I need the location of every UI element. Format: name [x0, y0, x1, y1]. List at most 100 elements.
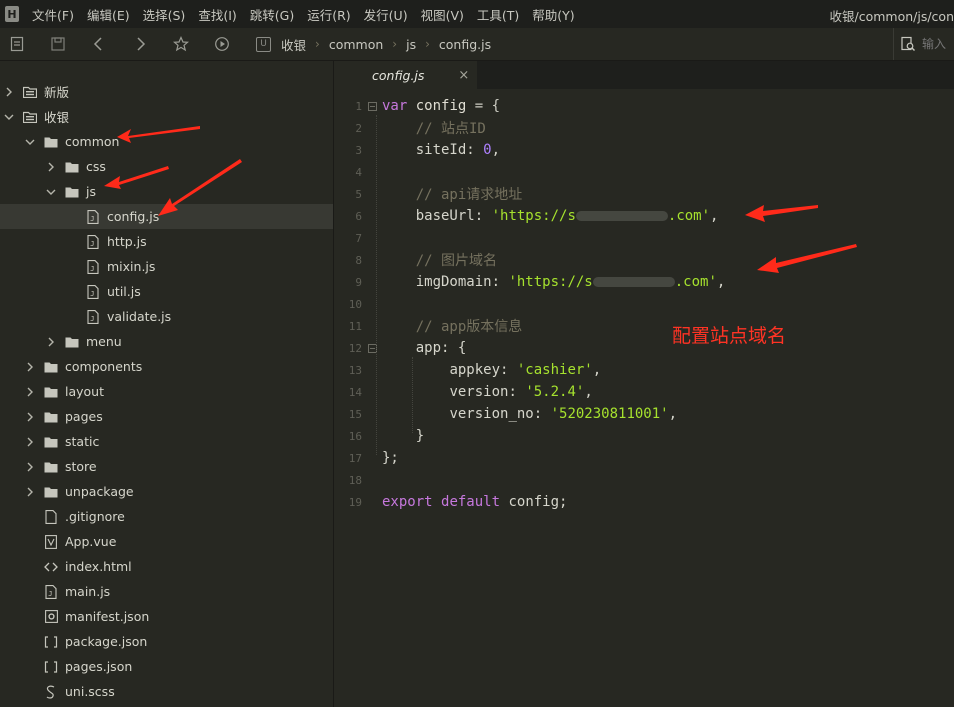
- new-file-icon: [10, 36, 24, 52]
- tree-folder-row[interactable]: components: [0, 354, 333, 379]
- tree-folder-row[interactable]: layout: [0, 379, 333, 404]
- code-key: version: [449, 384, 509, 400]
- tree-file-row[interactable]: Jmixin.js: [0, 254, 333, 279]
- svg-text:J: J: [90, 265, 94, 273]
- tree-file-row[interactable]: App.vue: [0, 529, 333, 554]
- tree-folder-row[interactable]: common: [0, 129, 333, 154]
- menu-goto[interactable]: 跳转(G): [250, 5, 294, 24]
- chevron-right-icon[interactable]: [46, 162, 56, 172]
- tree-item-label: store: [65, 459, 97, 474]
- vue-file-icon: [43, 534, 59, 549]
- menu-help[interactable]: 帮助(Y): [532, 5, 574, 24]
- menu-find[interactable]: 查找(I): [198, 5, 236, 24]
- run-button[interactable]: [212, 34, 232, 54]
- tree-file-row[interactable]: Jhttp.js: [0, 229, 333, 254]
- code-keyword: export: [382, 494, 433, 510]
- hbuilder-logo-icon: H: [5, 6, 19, 22]
- chevron-right-icon[interactable]: [25, 412, 35, 422]
- menu-select[interactable]: 选择(S): [143, 5, 186, 24]
- chevron-down-icon[interactable]: [25, 138, 35, 146]
- code-string: '520230811001': [550, 406, 669, 422]
- tree-folder-row[interactable]: menu: [0, 329, 333, 354]
- menu-view[interactable]: 视图(V): [421, 5, 464, 24]
- tab-bar: config.js ×: [334, 61, 954, 89]
- tab-config-js[interactable]: config.js ×: [334, 61, 477, 89]
- chevron-right-icon[interactable]: [46, 337, 56, 347]
- tree-file-row[interactable]: Jvalidate.js: [0, 304, 333, 329]
- play-circle-icon: [215, 37, 229, 51]
- line-number: 4: [355, 165, 362, 179]
- tree-folder-row[interactable]: static: [0, 429, 333, 454]
- tree-file-row[interactable]: pages.json: [0, 654, 333, 679]
- tree-file-row[interactable]: index.html: [0, 554, 333, 579]
- menu-tools[interactable]: 工具(T): [477, 5, 519, 24]
- save-button[interactable]: [48, 34, 68, 54]
- search-input[interactable]: [922, 37, 952, 51]
- tree-file-row[interactable]: manifest.json: [0, 604, 333, 629]
- tree-item-label: config.js: [107, 209, 160, 224]
- chevron-right-icon[interactable]: [25, 387, 35, 397]
- chevron-down-icon[interactable]: [46, 188, 56, 196]
- tree-item-label: menu: [86, 334, 122, 349]
- chevron-right-icon[interactable]: [4, 87, 14, 97]
- code-line: 8 // 图片域名: [334, 249, 954, 271]
- menu-file[interactable]: 文件(F): [32, 5, 74, 24]
- chevron-right-icon[interactable]: [25, 437, 35, 447]
- breadcrumb-item-file[interactable]: config.js: [439, 37, 491, 52]
- code-string: '5.2.4': [525, 384, 585, 400]
- menu-run[interactable]: 运行(R): [307, 5, 350, 24]
- line-number: 13: [348, 363, 362, 377]
- chevron-right-icon[interactable]: [25, 487, 35, 497]
- line-number: 11: [348, 319, 362, 333]
- code-number: 0: [483, 142, 492, 158]
- folder-icon: [43, 460, 59, 474]
- tree-file-row[interactable]: package.json: [0, 629, 333, 654]
- new-file-button[interactable]: [7, 34, 27, 54]
- tree-folder-row[interactable]: css: [0, 154, 333, 179]
- save-icon: [51, 37, 65, 51]
- tree-folder-row[interactable]: 收银: [0, 104, 333, 129]
- settings-file-icon: [43, 610, 59, 624]
- close-icon[interactable]: ×: [458, 68, 469, 83]
- js-file-icon: J: [43, 584, 59, 599]
- code-string: .com': [667, 208, 711, 224]
- code-line: 16 }: [334, 425, 954, 447]
- menu-edit[interactable]: 编辑(E): [87, 5, 130, 24]
- tree-folder-row[interactable]: 新版: [0, 79, 333, 104]
- fold-toggle-icon[interactable]: [362, 343, 382, 353]
- line-number: 5: [355, 187, 362, 201]
- tree-folder-row[interactable]: pages: [0, 404, 333, 429]
- code-line: 3 siteId: 0,: [334, 139, 954, 161]
- back-button[interactable]: [89, 34, 109, 54]
- menu-publish[interactable]: 发行(U): [364, 5, 408, 24]
- svg-text:J: J: [48, 590, 52, 598]
- breadcrumb-item-common[interactable]: common: [329, 37, 383, 52]
- forward-button[interactable]: [130, 34, 150, 54]
- window-title: 收银/common/js/con: [829, 9, 954, 24]
- chevron-right-icon[interactable]: [25, 362, 35, 372]
- tree-item-label: static: [65, 434, 100, 449]
- tree-file-row[interactable]: .gitignore: [0, 504, 333, 529]
- code-editor[interactable]: config.js × 1 var config = { 2 // 站点ID 3…: [334, 61, 954, 707]
- code-line: 10: [334, 293, 954, 315]
- tree-item-label: css: [86, 159, 106, 174]
- svg-text:J: J: [90, 240, 94, 248]
- tree-file-row[interactable]: Jutil.js: [0, 279, 333, 304]
- chevron-down-icon[interactable]: [4, 113, 14, 121]
- tree-file-row[interactable]: Jconfig.js: [0, 204, 333, 229]
- toolbar: U 收银 › common › js › config.js: [0, 28, 954, 61]
- code-line: 6 baseUrl: 'https://s .com',: [334, 205, 954, 227]
- file-icon: [43, 509, 59, 524]
- tree-folder-row[interactable]: unpackage: [0, 479, 333, 504]
- tree-folder-row[interactable]: js: [0, 179, 333, 204]
- breadcrumb-item-project[interactable]: 收银: [281, 35, 306, 54]
- tree-file-row[interactable]: Jmain.js: [0, 579, 333, 604]
- favorite-button[interactable]: [171, 34, 191, 54]
- fold-toggle-icon[interactable]: [362, 101, 382, 111]
- chevron-right-icon[interactable]: [25, 462, 35, 472]
- code-line: 19 export default config;: [334, 491, 954, 513]
- folder-icon: [43, 485, 59, 499]
- tree-folder-row[interactable]: store: [0, 454, 333, 479]
- tree-file-row[interactable]: uni.scss: [0, 679, 333, 704]
- breadcrumb-item-js[interactable]: js: [406, 37, 416, 52]
